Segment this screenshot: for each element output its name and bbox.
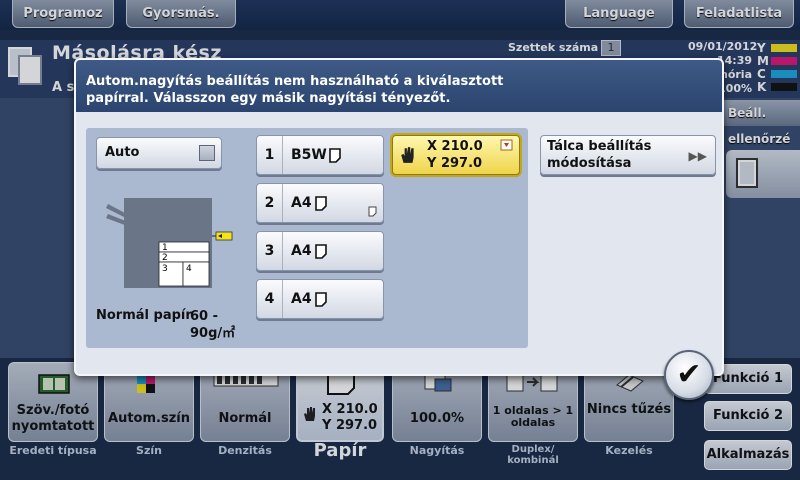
tray-1-button[interactable]: 1 B5W <box>256 135 384 175</box>
tray-2-button[interactable]: 2 A4 <box>256 183 384 223</box>
dialog-message: Autom.nagyítás beállítás nem használható… <box>86 74 504 106</box>
tray-size: B5W <box>291 147 327 163</box>
tray-3-button[interactable]: 3 A4 <box>256 231 384 271</box>
machine-tray-4: 4 <box>186 264 192 274</box>
bypass-size: X 210.0 Y 297.0 <box>427 138 483 172</box>
bypass-y: Y 297.0 <box>427 156 483 171</box>
tray-number: 2 <box>257 184 283 222</box>
auto-label: Auto <box>105 145 140 160</box>
paper-weight: 60 - 90g/㎡ <box>190 308 235 342</box>
tray-settings-label: Tálca beállítás módosítása <box>547 138 651 172</box>
paper-weight-line2: 90g/㎡ <box>190 326 236 341</box>
machine-tray-1: 1 <box>162 243 168 253</box>
paper-weight-line1: 60 - <box>190 309 219 324</box>
zoom-warning-dialog: Autom.nagyítás beállítás nem használható… <box>74 58 724 376</box>
paper-orientation-icon <box>315 292 327 307</box>
tray-number: 3 <box>257 232 283 270</box>
hand-icon <box>401 147 414 163</box>
tray-4-button[interactable]: 4 A4 <box>256 279 384 319</box>
tray-size: A4 <box>291 195 312 211</box>
paper-type: Normál papír <box>96 308 192 323</box>
paper-orientation-icon <box>315 196 327 211</box>
tray-paper-small-icon <box>368 206 377 217</box>
paper-orientation-icon <box>329 148 341 163</box>
auto-paper-button[interactable]: Auto <box>96 137 222 169</box>
checkbox-icon <box>199 145 215 161</box>
tray-size: A4 <box>291 291 312 307</box>
double-chevron-right-icon: ▶▶ <box>688 149 707 163</box>
paper-orientation-icon <box>315 244 327 259</box>
machine-illustration-icon: 1 2 3 4 <box>106 198 233 288</box>
ok-button[interactable]: ✔ <box>664 350 714 400</box>
tray-number: 4 <box>257 280 283 318</box>
bypass-tray-button[interactable]: X 210.0 Y 297.0 <box>392 135 520 175</box>
tray-size: A4 <box>291 243 312 259</box>
bypass-x: X 210.0 <box>427 139 483 154</box>
machine-tray-2: 2 <box>162 253 168 263</box>
tray-settings-line2: módosítása <box>547 156 632 171</box>
tray-settings-button[interactable]: Tálca beállítás módosítása ▶▶ <box>540 135 716 175</box>
tray-number: 1 <box>257 136 283 174</box>
tray-settings-line1: Tálca beállítás <box>547 139 652 154</box>
paper-feed-icon <box>500 139 513 151</box>
machine-tray-3: 3 <box>162 264 168 274</box>
